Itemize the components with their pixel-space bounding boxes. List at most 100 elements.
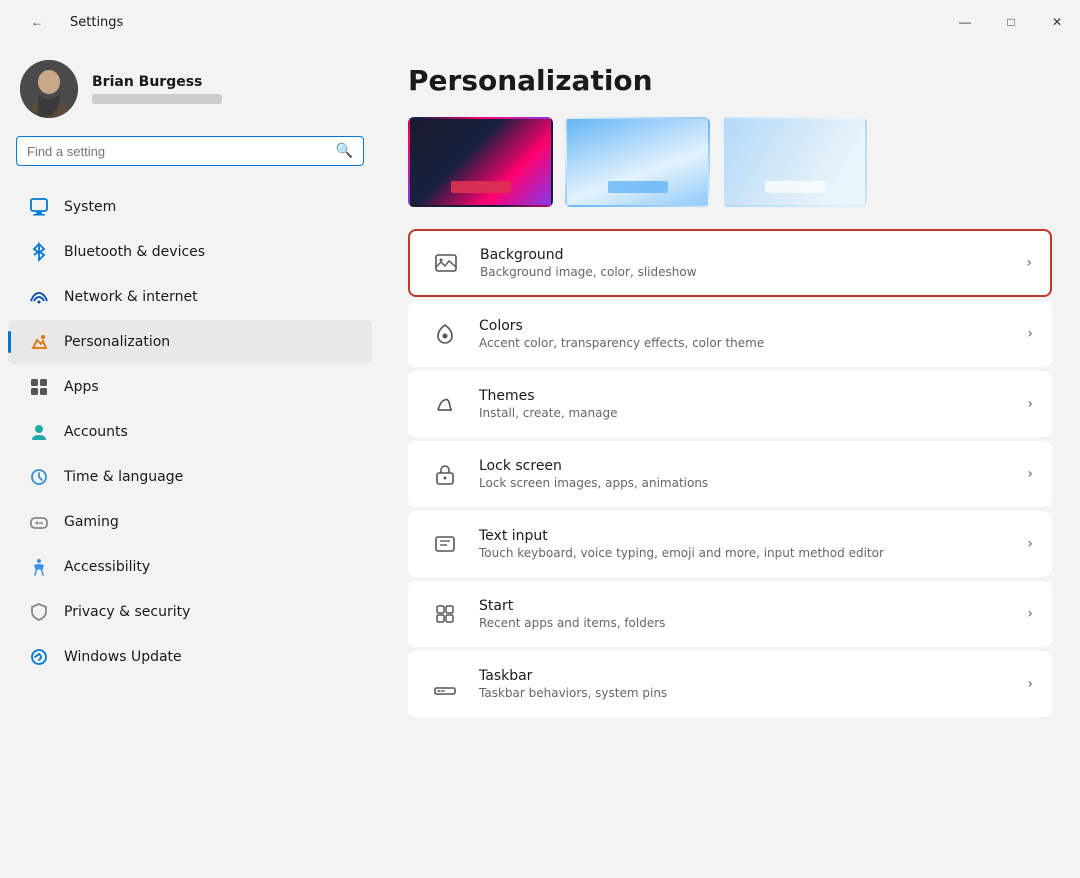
lockscreen-text: Lock screen Lock screen images, apps, an… (479, 458, 1011, 490)
thumb-bar-windows (765, 181, 825, 193)
content-area: Personalization Background Back (380, 40, 1080, 878)
sidebar-item-privacy[interactable]: Privacy & security (8, 590, 372, 634)
sidebar-item-label: Time & language (64, 469, 183, 485)
lockscreen-icon (427, 456, 463, 492)
privacy-icon (28, 601, 50, 623)
start-title: Start (479, 598, 1011, 614)
settings-item-themes[interactable]: Themes Install, create, manage › (408, 371, 1052, 437)
taskbar-text: Taskbar Taskbar behaviors, system pins (479, 668, 1011, 700)
sidebar-item-personalization[interactable]: Personalization (8, 320, 372, 364)
sidebar-item-label: Accounts (64, 424, 128, 440)
user-name: Brian Burgess (92, 74, 222, 90)
personalization-icon (28, 331, 50, 353)
themes-title: Themes (479, 388, 1011, 404)
user-profile: Brian Burgess (0, 50, 380, 136)
sidebar-item-update[interactable]: Windows Update (8, 635, 372, 679)
taskbar-title: Taskbar (479, 668, 1011, 684)
background-title: Background (480, 247, 1010, 263)
thumb-bar-light (608, 181, 668, 193)
maximize-button[interactable]: □ (988, 6, 1034, 38)
start-desc: Recent apps and items, folders (479, 616, 1011, 630)
minimize-icon: — (959, 15, 971, 29)
textinput-icon (427, 526, 463, 562)
textinput-desc: Touch keyboard, voice typing, emoji and … (479, 546, 1011, 560)
colors-title: Colors (479, 318, 1011, 334)
sidebar-item-gaming[interactable]: Gaming (8, 500, 372, 544)
nav-menu: System Bluetooth & devices Network & int… (0, 184, 380, 680)
sidebar-item-time[interactable]: Time & language (8, 455, 372, 499)
theme-thumb-dark[interactable] (408, 117, 553, 207)
sidebar-item-apps[interactable]: Apps (8, 365, 372, 409)
sidebar: Brian Burgess 🔍 System (0, 40, 380, 878)
minimize-button[interactable]: — (942, 6, 988, 38)
bluetooth-icon (28, 241, 50, 263)
search-icon: 🔍 (336, 143, 353, 159)
sidebar-item-label: Network & internet (64, 289, 198, 305)
page-title: Personalization (408, 64, 1052, 97)
titlebar: ← Settings — □ ✕ (0, 0, 1080, 40)
taskbar-chevron: › (1027, 676, 1033, 692)
background-chevron: › (1026, 255, 1032, 271)
sidebar-item-accessibility[interactable]: Accessibility (8, 545, 372, 589)
settings-item-lockscreen[interactable]: Lock screen Lock screen images, apps, an… (408, 441, 1052, 507)
sidebar-item-system[interactable]: System (8, 185, 372, 229)
search-box: 🔍 (16, 136, 364, 166)
sidebar-item-accounts[interactable]: Accounts (8, 410, 372, 454)
themes-chevron: › (1027, 396, 1033, 412)
user-info: Brian Burgess (92, 74, 222, 104)
settings-item-background[interactable]: Background Background image, color, slid… (408, 229, 1052, 297)
update-icon (28, 646, 50, 668)
search-input[interactable] (27, 144, 328, 159)
titlebar-controls: — □ ✕ (942, 6, 1080, 38)
sidebar-item-label: Windows Update (64, 649, 182, 665)
settings-item-taskbar[interactable]: Taskbar Taskbar behaviors, system pins › (408, 651, 1052, 717)
time-icon (28, 466, 50, 488)
themes-icon (427, 386, 463, 422)
sidebar-item-label: Gaming (64, 514, 119, 530)
close-icon: ✕ (1052, 15, 1062, 29)
sidebar-item-label: System (64, 199, 116, 215)
taskbar-icon (427, 666, 463, 702)
colors-desc: Accent color, transparency effects, colo… (479, 336, 1011, 350)
sidebar-item-bluetooth[interactable]: Bluetooth & devices (8, 230, 372, 274)
close-button[interactable]: ✕ (1034, 6, 1080, 38)
network-icon (28, 286, 50, 308)
main-container: Brian Burgess 🔍 System (0, 40, 1080, 878)
avatar (20, 60, 78, 118)
accounts-icon (28, 421, 50, 443)
lockscreen-chevron: › (1027, 466, 1033, 482)
theme-thumbnails (408, 117, 1052, 207)
titlebar-title: Settings (70, 15, 123, 30)
settings-item-textinput[interactable]: Text input Touch keyboard, voice typing,… (408, 511, 1052, 577)
settings-item-colors[interactable]: Colors Accent color, transparency effect… (408, 301, 1052, 367)
start-icon (427, 596, 463, 632)
apps-icon (28, 376, 50, 398)
lockscreen-desc: Lock screen images, apps, animations (479, 476, 1011, 490)
themes-text: Themes Install, create, manage (479, 388, 1011, 420)
background-icon (428, 245, 464, 281)
back-icon: ← (31, 15, 43, 29)
gaming-icon (28, 511, 50, 533)
start-text: Start Recent apps and items, folders (479, 598, 1011, 630)
back-button[interactable]: ← (14, 6, 60, 38)
start-chevron: › (1027, 606, 1033, 622)
themes-desc: Install, create, manage (479, 406, 1011, 420)
sidebar-item-label: Privacy & security (64, 604, 190, 620)
background-text: Background Background image, color, slid… (480, 247, 1010, 279)
background-desc: Background image, color, slideshow (480, 265, 1010, 279)
colors-text: Colors Accent color, transparency effect… (479, 318, 1011, 350)
sidebar-item-network[interactable]: Network & internet (8, 275, 372, 319)
sidebar-item-label: Apps (64, 379, 99, 395)
sidebar-item-label: Personalization (64, 334, 170, 350)
sidebar-item-label: Bluetooth & devices (64, 244, 205, 260)
colors-chevron: › (1027, 326, 1033, 342)
theme-thumb-light[interactable] (565, 117, 710, 207)
settings-item-start[interactable]: Start Recent apps and items, folders › (408, 581, 1052, 647)
textinput-title: Text input (479, 528, 1011, 544)
accessibility-icon (28, 556, 50, 578)
sidebar-item-label: Accessibility (64, 559, 150, 575)
colors-icon (427, 316, 463, 352)
textinput-chevron: › (1027, 536, 1033, 552)
avatar-image (20, 60, 78, 118)
theme-thumb-windows[interactable] (722, 117, 867, 207)
